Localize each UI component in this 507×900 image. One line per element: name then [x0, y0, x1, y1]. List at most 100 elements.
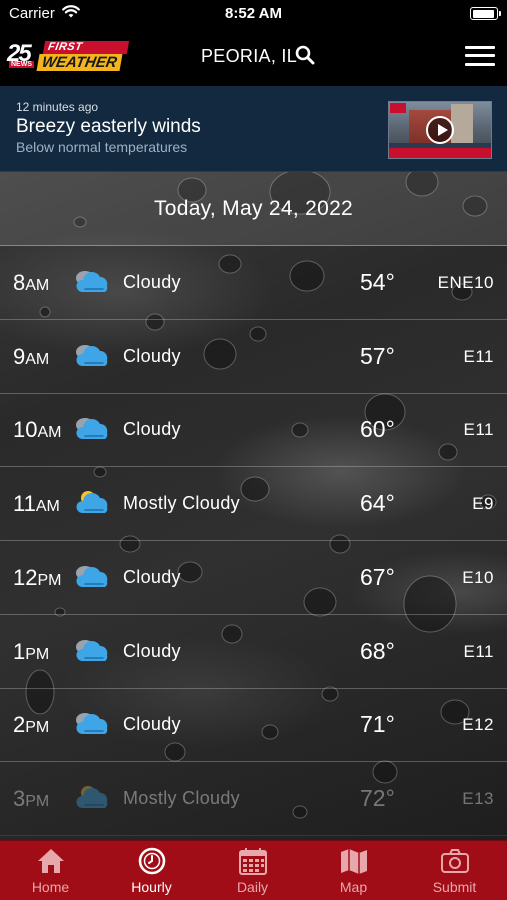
hour-row[interactable]: 10AM Cloudy 60° E11: [0, 393, 507, 468]
hour-condition: Mostly Cloudy: [123, 493, 240, 514]
hour-condition: Cloudy: [123, 419, 181, 440]
logo-weather: WEATHER: [36, 54, 123, 71]
hour-row[interactable]: 1PM Cloudy 68° E11: [0, 615, 507, 689]
banner-subtitle: Below normal temperatures: [16, 139, 188, 155]
home-icon: [38, 849, 64, 873]
cloudy-icon: [74, 561, 112, 591]
hour-condition: Cloudy: [123, 272, 181, 292]
location-label[interactable]: PEORIA, IL: [201, 46, 297, 67]
tab-bar: Home Hourly Daily Map Submit: [0, 840, 507, 900]
hour-number: 9: [13, 343, 26, 369]
hour-wind: ENE10: [437, 273, 494, 292]
hour-number: 2: [13, 712, 26, 738]
banner-title: Breezy easterly winds: [16, 116, 201, 137]
hour-ampm: AM: [25, 277, 50, 294]
news-banner[interactable]: 12 minutes ago Breezy easterly winds Bel…: [0, 86, 507, 172]
logo-first-alert: FIRST ALERT: [42, 41, 130, 66]
tab-map-label: Map: [339, 879, 368, 895]
cloudy-icon: [74, 340, 112, 370]
status-bar: Carrier 8:52 AM: [0, 0, 507, 28]
date-label: Today, May 24, 2022: [153, 197, 354, 220]
hour-temperature: 60°: [360, 416, 395, 443]
mostly-cloudy-icon: [74, 782, 112, 812]
cloudy-icon: [74, 266, 112, 296]
hour-time: 10AM: [13, 417, 61, 443]
hour-number: 12: [13, 564, 38, 590]
camera-icon: [441, 849, 469, 873]
play-icon[interactable]: [426, 116, 454, 144]
hour-wind: E12: [462, 715, 494, 735]
hour-temperature: 71°: [360, 711, 395, 738]
hour-temperature: 67°: [360, 563, 395, 590]
tab-hourly-label: Hourly: [131, 879, 172, 895]
date-header: Today, May 24, 2022: [0, 172, 507, 246]
hour-row[interactable]: 3PM Mostly Cloudy 72° E13: [0, 762, 507, 836]
clock-icon: [138, 847, 166, 875]
hour-time: 11AM: [13, 491, 60, 517]
hour-number: 11: [13, 491, 36, 517]
calendar-icon: [239, 848, 267, 875]
hour-condition: Cloudy: [123, 566, 181, 587]
hour-number: 3: [13, 785, 26, 811]
tab-submit[interactable]: Submit: [404, 841, 505, 900]
status-time: 8:52 AM: [225, 5, 282, 22]
search-icon[interactable]: [295, 45, 315, 70]
hour-wind: E10: [462, 567, 494, 587]
tab-map[interactable]: Map: [303, 841, 404, 900]
logo-news: NEWS: [9, 61, 34, 68]
cloudy-icon: [74, 413, 112, 443]
hour-ampm: AM: [35, 498, 60, 516]
hour-time: 1PM: [13, 639, 49, 665]
hour-wind: E13: [462, 788, 494, 808]
hour-temperature: 57°: [360, 342, 395, 369]
hour-row[interactable]: 11AM Mostly Cloudy 64° E9: [0, 467, 507, 542]
hour-number: 10: [13, 417, 38, 443]
hour-condition: Mostly Cloudy: [123, 787, 240, 808]
hour-temperature: 68°: [360, 637, 395, 664]
tab-hourly[interactable]: Hourly: [101, 841, 202, 900]
hour-row[interactable]: 2PM Cloudy 71° E12: [0, 688, 507, 763]
map-icon: [341, 849, 367, 874]
cloudy-icon: [74, 635, 112, 665]
hour-temperature: 64°: [360, 490, 395, 517]
hour-ampm: PM: [25, 719, 50, 737]
hour-ampm: AM: [25, 350, 50, 368]
hour-ampm: PM: [25, 645, 50, 663]
app-header: 25 NEWS FIRST ALERT WEATHER PEORIA, IL: [0, 28, 507, 86]
hour-ampm: PM: [25, 792, 50, 810]
hour-wind: E11: [463, 346, 494, 366]
hourly-forecast: Today, May 24, 2022 8AM Cloudy 54° ENE10 9AM…: [0, 172, 507, 840]
first-alert-weather-logo[interactable]: 25 NEWS FIRST ALERT WEATHER: [7, 40, 130, 72]
hour-temperature: 54°: [360, 269, 395, 295]
tab-home[interactable]: Home: [0, 841, 101, 900]
hour-ampm: AM: [37, 424, 62, 442]
hour-wind: E9: [472, 494, 494, 514]
hour-time: 9AM: [13, 344, 49, 370]
hour-condition: Cloudy: [123, 640, 181, 661]
tab-daily-label: Daily: [236, 879, 269, 895]
hour-time: 3PM: [13, 786, 49, 812]
tab-submit-label: Submit: [432, 879, 477, 895]
hamburger-menu-icon[interactable]: [465, 45, 495, 67]
hour-time: 8AM: [13, 270, 49, 296]
hour-condition: Cloudy: [123, 345, 181, 366]
hour-temperature: 72°: [360, 784, 395, 811]
hour-wind: E11: [463, 641, 494, 661]
cloudy-icon: [74, 708, 112, 738]
hour-time: 2PM: [13, 712, 49, 738]
hour-condition: Cloudy: [123, 714, 181, 735]
hour-wind: E11: [463, 420, 494, 440]
hour-number: 1: [13, 638, 26, 664]
battery-icon: [470, 7, 501, 20]
mostly-cloudy-icon: [74, 487, 112, 517]
hour-row[interactable]: 9AM Cloudy 57° E11: [0, 320, 507, 394]
hour-row[interactable]: 8AM Cloudy 54° ENE10: [0, 246, 507, 320]
hour-number: 8: [13, 270, 26, 295]
hour-time: 12PM: [13, 565, 61, 591]
hour-row[interactable]: 12PM Cloudy 67° E10: [0, 541, 507, 615]
video-thumbnail[interactable]: [388, 101, 492, 159]
tab-daily[interactable]: Daily: [202, 841, 303, 900]
banner-time-ago: 12 minutes ago: [16, 100, 99, 114]
hour-ampm: PM: [37, 571, 62, 589]
tab-home-label: Home: [31, 879, 70, 895]
